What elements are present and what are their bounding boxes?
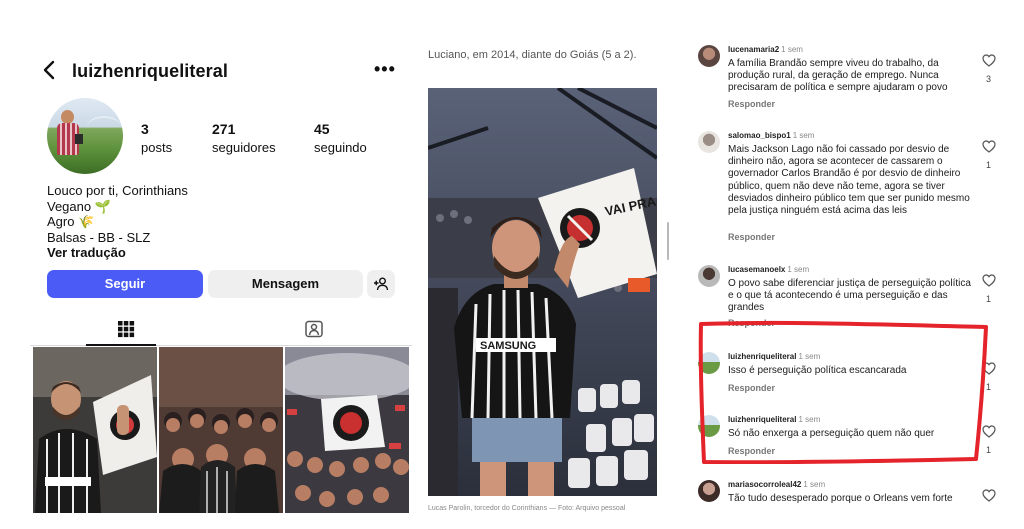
reply-button[interactable]: Responder bbox=[728, 383, 775, 393]
stat-following-label: seguindo bbox=[314, 140, 367, 155]
comment-text: Só não enxerga a perseguição quem não qu… bbox=[728, 428, 935, 439]
comment-text: Mais Jackson Lago não foi cassado por de… bbox=[728, 144, 970, 217]
add-person-icon bbox=[374, 277, 389, 291]
comment-item: mariasocorroleal42 1 sem Tão tudo desespe… bbox=[690, 475, 1000, 529]
tab-posts-grid[interactable] bbox=[116, 319, 138, 339]
bio-line: Agro 🌾 bbox=[47, 214, 95, 230]
comment-text: Tão tudo desesperado porque o Orleans ve… bbox=[728, 493, 953, 504]
article-photo-credit: Lucas Parolin, torcedor do Corinthians —… bbox=[428, 505, 626, 512]
bio-line: Louco por ti, Corinthians bbox=[47, 183, 188, 198]
profile-username: luizhenriqueliteral bbox=[72, 61, 228, 81]
bio-line: Vegano 🌱 bbox=[47, 198, 111, 214]
heart-icon[interactable] bbox=[982, 489, 996, 502]
stat-followers[interactable]: 271 seguidores bbox=[212, 121, 276, 155]
comment-time: 1 sem bbox=[781, 45, 803, 54]
profile-avatar[interactable] bbox=[47, 98, 123, 174]
heart-icon[interactable] bbox=[982, 54, 996, 67]
grid-icon bbox=[118, 321, 135, 338]
post-thumbnail[interactable] bbox=[159, 347, 283, 513]
commenter-avatar[interactable] bbox=[698, 45, 720, 67]
comment-header: lucasemanoelx 1 sem bbox=[728, 265, 809, 274]
comment-time: 1 sem bbox=[787, 265, 810, 274]
stat-posts[interactable]: 3 posts bbox=[141, 121, 172, 155]
post-thumbnail[interactable] bbox=[285, 347, 409, 513]
commenter-avatar[interactable] bbox=[698, 352, 720, 374]
like-count: 1 bbox=[986, 160, 992, 170]
comment-username[interactable]: luizhenriqueliteral bbox=[728, 352, 796, 361]
comment-time: 1 sem bbox=[803, 480, 826, 489]
heart-icon[interactable] bbox=[982, 140, 996, 153]
commenter-avatar[interactable] bbox=[698, 131, 720, 153]
stat-followers-count: 271 bbox=[212, 121, 236, 137]
like-count: 1 bbox=[986, 445, 992, 455]
comment-time: 1 sem bbox=[798, 352, 821, 361]
scrollbar-thumb[interactable] bbox=[667, 222, 669, 260]
tagged-person-icon bbox=[305, 320, 323, 338]
stat-following-count: 45 bbox=[314, 121, 330, 137]
comment-header: mariasocorroleal42 1 sem bbox=[728, 480, 825, 489]
comment-username[interactable]: mariasocorroleal42 bbox=[728, 480, 801, 489]
see-translation-link[interactable]: Ver tradução bbox=[47, 245, 188, 261]
instagram-profile-panel: luizhenriqueliteral ••• 3 posts 271 segu… bbox=[30, 40, 412, 520]
heart-icon[interactable] bbox=[982, 362, 996, 375]
comment-username[interactable]: salomao_bispo1 bbox=[728, 131, 791, 140]
reply-button[interactable]: Responder bbox=[728, 99, 775, 109]
commenter-avatar[interactable] bbox=[698, 415, 720, 437]
comment-text: Isso é perseguição política escancarada bbox=[728, 365, 907, 376]
active-tab-indicator bbox=[86, 344, 156, 346]
article-photo: VAI PRA CIMA TIMÃO SAMSUNG bbox=[428, 88, 657, 496]
stat-posts-label: posts bbox=[141, 140, 173, 155]
comment-item: luizhenriqueliteral 1 sem Só não enxerga … bbox=[690, 410, 1000, 460]
avatar-background-detail bbox=[87, 116, 121, 138]
article-photo-caption: Luciano, em 2014, diante do Goiás (5 a 2… bbox=[428, 49, 637, 61]
comment-header: lucenamaria2 1 sem bbox=[728, 45, 803, 54]
comment-item: salomao_bispo1 1 sem Mais Jackson Lago nã… bbox=[690, 126, 1000, 246]
comments-panel: lucenamaria2 1 sem A família Brandão semp… bbox=[690, 38, 1000, 529]
heart-icon[interactable] bbox=[982, 425, 996, 438]
like-count: 3 bbox=[986, 74, 992, 84]
comment-username[interactable]: lucenamaria2 bbox=[728, 45, 779, 54]
avatar-person bbox=[57, 110, 83, 162]
stat-following[interactable]: 45 seguindo bbox=[314, 121, 367, 155]
more-options-icon[interactable]: ••• bbox=[374, 60, 396, 78]
commenter-avatar[interactable] bbox=[698, 480, 720, 502]
profile-bio: Louco por ti, Corinthians Vegano 🌱 Agro … bbox=[47, 183, 188, 261]
post-thumbnail[interactable] bbox=[33, 347, 157, 513]
back-arrow-icon[interactable] bbox=[42, 60, 56, 80]
commenter-avatar[interactable] bbox=[698, 265, 720, 287]
like-count: 1 bbox=[986, 382, 992, 392]
comment-header: luizhenriqueliteral 1 sem bbox=[728, 352, 820, 361]
comment-username[interactable]: luizhenriqueliteral bbox=[728, 415, 796, 424]
comment-header: luizhenriqueliteral 1 sem bbox=[728, 415, 820, 424]
comment-time: 1 sem bbox=[798, 415, 821, 424]
comment-time: 1 sem bbox=[792, 131, 815, 140]
shirt-sponsor-text: SAMSUNG bbox=[480, 340, 536, 352]
suggest-user-button[interactable] bbox=[367, 270, 395, 298]
comment-text: O povo sabe diferenciar justiça de perse… bbox=[728, 278, 971, 314]
reply-button[interactable]: Responder bbox=[728, 232, 775, 242]
like-count: 1 bbox=[986, 294, 992, 304]
heart-icon[interactable] bbox=[982, 274, 996, 287]
message-button[interactable]: Mensagem bbox=[208, 270, 363, 298]
tab-tagged[interactable] bbox=[304, 319, 326, 339]
comment-item: lucasemanoelx 1 sem O povo sabe diferenci… bbox=[690, 260, 1000, 330]
bio-line: Balsas - BB - SLZ bbox=[47, 229, 151, 245]
comment-item: lucenamaria2 1 sem A família Brandão semp… bbox=[690, 40, 1000, 120]
reply-button[interactable]: Responder bbox=[728, 446, 775, 456]
comment-text: A família Brandão sempre viveu do trabal… bbox=[728, 58, 948, 94]
stat-followers-label: seguidores bbox=[212, 140, 276, 155]
follow-button[interactable]: Seguir bbox=[47, 270, 203, 298]
comment-item: luizhenriqueliteral 1 sem Isso é persegui… bbox=[690, 347, 1000, 397]
comment-header: salomao_bispo1 1 sem bbox=[728, 131, 814, 140]
comment-username[interactable]: lucasemanoelx bbox=[728, 265, 785, 274]
reply-button[interactable]: Responder bbox=[728, 318, 775, 328]
stat-posts-count: 3 bbox=[141, 121, 149, 137]
